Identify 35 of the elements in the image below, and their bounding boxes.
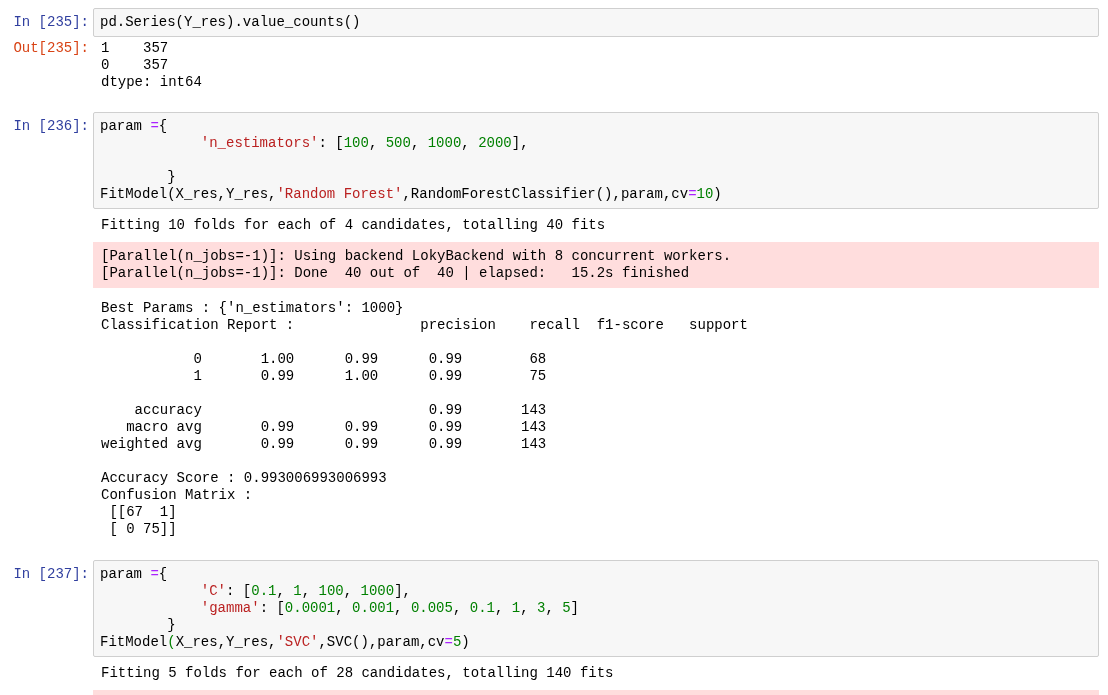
output-line: macro avg 0.99 0.99 0.99 143 [125, 419, 548, 436]
output-line: Best Params : {'n_estimators': 1000} [101, 300, 405, 317]
code-line: FitModel(X_res,Y_res,'Random Forest',RandomForestClassifier(),param,cv=10) [100, 186, 723, 203]
code-line: 'C': [0.1, 1, 100, 1000], [199, 583, 412, 600]
code-line: pd.Series(Y_res).value_counts() [100, 14, 362, 31]
input-prompt: In [237]: [12, 565, 90, 583]
code-line: } [166, 617, 177, 634]
code-line: FitModel(X_res,Y_res,'SVC',SVC(),param,cv=5) [100, 634, 471, 651]
output-line: Confusion Matrix : [101, 487, 254, 504]
output-line: accuracy 0.99 143 [133, 402, 548, 419]
output-line: dtype: int64 [101, 74, 203, 91]
input-prompt: In [236]: [12, 117, 90, 135]
output-line: 0 357 [101, 57, 170, 74]
output-line: 0 1.00 0.99 0.99 68 [192, 351, 548, 368]
output-prompt: Out[235]: [12, 39, 90, 57]
output-line: Accuracy Score : 0.993006993006993 [101, 470, 388, 487]
output-line: [Parallel(n_jobs=-1)]: Done 40 out of 40 | elapsed: 15.2s finished [101, 265, 691, 282]
output-line: weighted avg 0.99 0.99 0.99 143 [101, 436, 548, 453]
code-input[interactable]: param ={ 'C': [0.1, 1, 100, 1000], 'gamma': [0.0001, 0.001, 0.005, 0.1, 1, 3, 5] } FitModel(X_res,Y_res,'SVC',SVC(),param,cv=5) [93, 560, 1099, 657]
code-input[interactable]: pd.Series(Y_res).value_counts() [93, 8, 1099, 37]
output-line: 1 0.99 1.00 0.99 75 [192, 368, 548, 385]
code-line: param ={ [100, 566, 169, 583]
code-line: 'n_estimators': [100, 500, 1000, 2000], [199, 135, 530, 152]
code-line: param ={ [100, 118, 169, 135]
output-line: Fitting 5 folds for each of 28 candidates, totalling 140 fits [101, 665, 615, 682]
output-line: Classification Report : precision recall f1-score support [101, 317, 749, 334]
output-line: [Parallel(n_jobs=-1)]: Using backend LokyBackend with 8 concurrent workers. [101, 248, 733, 265]
code-input[interactable]: param ={ 'n_estimators': [100, 500, 1000, 2000], } FitModel(X_res,Y_res,'Random Forest',RandomForestClassifier(),param,cv=10) [93, 112, 1099, 209]
output-line: [[67 1] [108, 504, 178, 521]
input-prompt: In [235]: [12, 13, 90, 31]
code-line: 'gamma': [0.0001, 0.001, 0.005, 0.1, 1, 3, 5] [199, 600, 580, 617]
output-line: [ 0 75]] [108, 521, 178, 538]
output-line: Fitting 10 folds for each of 4 candidates, totalling 40 fits [101, 217, 607, 234]
code-line: } [166, 169, 177, 186]
output-line: 1 357 [101, 40, 170, 57]
